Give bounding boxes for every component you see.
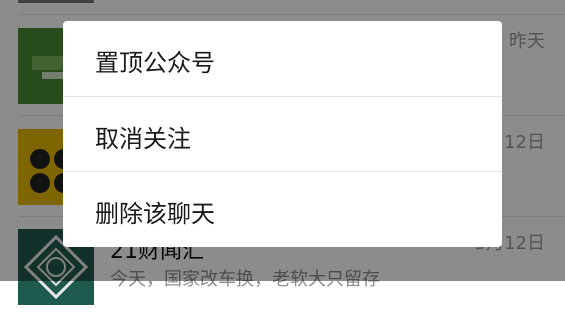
menu-item-delete-chat[interactable]: 删除该聊天	[63, 172, 502, 247]
menu-item-label: 取消关注	[95, 125, 191, 153]
context-menu: 置顶公众号 取消关注 删除该聊天	[63, 21, 502, 247]
menu-item-label: 置顶公众号	[95, 49, 215, 77]
menu-item-unfollow[interactable]: 取消关注	[63, 97, 502, 172]
menu-item-label: 删除该聊天	[95, 200, 215, 228]
menu-item-pin[interactable]: 置顶公众号	[63, 21, 502, 96]
